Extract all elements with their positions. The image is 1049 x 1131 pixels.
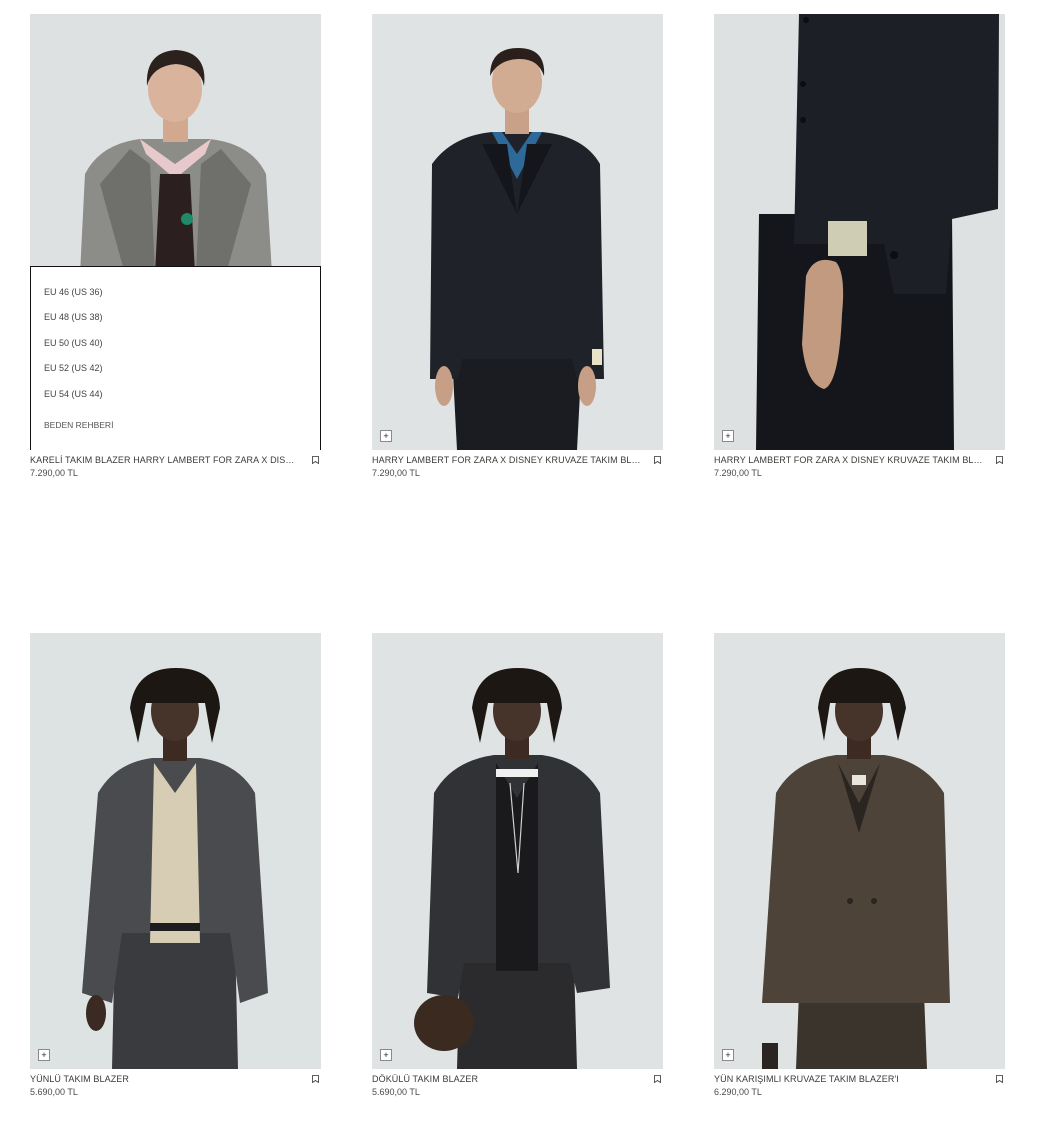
size-option[interactable]: EU 52 (US 42) <box>44 363 103 373</box>
size-option[interactable]: EU 54 (US 44) <box>44 389 103 399</box>
product-info: YÜN KARIŞIMLI KRUVAZE TAKIM BLAZER'I 6.2… <box>714 1074 1005 1102</box>
bookmark-icon[interactable] <box>312 1075 319 1083</box>
product-card: + HARRY LAMBERT FOR ZARA X DISNEY KRUVAZ… <box>714 14 1005 483</box>
product-info: DÖKÜLÜ TAKIM BLAZER 5.690,00 TL <box>372 1074 663 1102</box>
product-info: YÜNLÜ TAKIM BLAZER 5.690,00 TL <box>30 1074 321 1102</box>
product-image[interactable]: + <box>372 14 663 450</box>
product-name[interactable]: DÖKÜLÜ TAKIM BLAZER <box>372 1074 642 1084</box>
product-name[interactable]: KARELİ TAKIM BLAZER HARRY LAMBERT FOR ZA… <box>30 455 300 465</box>
product-image[interactable]: + <box>714 633 1005 1069</box>
product-name[interactable]: YÜNLÜ TAKIM BLAZER <box>30 1074 300 1084</box>
product-card: + YÜNLÜ TAKIM BLAZER 5.690,00 TL <box>30 633 321 1102</box>
product-image[interactable]: + <box>30 633 321 1069</box>
product-info: KARELİ TAKIM BLAZER HARRY LAMBERT FOR ZA… <box>30 455 321 483</box>
product-price: 5.690,00 TL <box>30 1087 78 1097</box>
size-selector-panel: EU 46 (US 36) EU 48 (US 38) EU 50 (US 40… <box>30 266 321 450</box>
product-price: 7.290,00 TL <box>372 468 420 478</box>
bookmark-icon[interactable] <box>654 456 661 464</box>
plus-icon: + <box>725 430 731 441</box>
product-info: HARRY LAMBERT FOR ZARA X DISNEY KRUVAZE … <box>714 455 1005 483</box>
size-option[interactable]: EU 46 (US 36) <box>44 287 103 297</box>
plus-icon: + <box>725 1049 731 1060</box>
add-to-cart-button[interactable]: + <box>380 430 392 442</box>
size-guide-link[interactable]: BEDEN REHBERİ <box>44 420 113 430</box>
plus-icon: + <box>383 430 389 441</box>
product-grid: EU 46 (US 36) EU 48 (US 38) EU 50 (US 40… <box>0 0 1049 1131</box>
product-name[interactable]: HARRY LAMBERT FOR ZARA X DISNEY KRUVAZE … <box>372 455 642 465</box>
bookmark-icon[interactable] <box>312 456 319 464</box>
product-name[interactable]: YÜN KARIŞIMLI KRUVAZE TAKIM BLAZER'I <box>714 1074 984 1084</box>
size-option[interactable]: EU 50 (US 40) <box>44 338 103 348</box>
bookmark-icon[interactable] <box>654 1075 661 1083</box>
product-image[interactable]: EU 46 (US 36) EU 48 (US 38) EU 50 (US 40… <box>30 14 321 450</box>
plus-icon: + <box>41 1049 47 1060</box>
product-image[interactable]: + <box>372 633 663 1069</box>
product-price: 6.290,00 TL <box>714 1087 762 1097</box>
product-card: EU 46 (US 36) EU 48 (US 38) EU 50 (US 40… <box>30 14 321 483</box>
product-card: + HARRY LAMBERT FOR ZARA X DISNEY KRUVAZ… <box>372 14 663 483</box>
product-image[interactable]: + <box>714 14 1005 450</box>
add-to-cart-button[interactable]: + <box>38 1049 50 1061</box>
bookmark-icon[interactable] <box>996 456 1003 464</box>
product-price: 7.290,00 TL <box>714 468 762 478</box>
product-name[interactable]: HARRY LAMBERT FOR ZARA X DISNEY KRUVAZE … <box>714 455 984 465</box>
product-info: HARRY LAMBERT FOR ZARA X DISNEY KRUVAZE … <box>372 455 663 483</box>
plus-icon: + <box>383 1049 389 1060</box>
product-card: + YÜN KARIŞIMLI KRUVAZE TAKIM BLAZER'I 6… <box>714 633 1005 1102</box>
bookmark-icon[interactable] <box>996 1075 1003 1083</box>
product-card: + DÖKÜLÜ TAKIM BLAZER 5.690,00 TL <box>372 633 663 1102</box>
add-to-cart-button[interactable]: + <box>722 430 734 442</box>
size-option[interactable]: EU 48 (US 38) <box>44 312 103 322</box>
product-price: 5.690,00 TL <box>372 1087 420 1097</box>
product-price: 7.290,00 TL <box>30 468 78 478</box>
add-to-cart-button[interactable]: + <box>380 1049 392 1061</box>
add-to-cart-button[interactable]: + <box>722 1049 734 1061</box>
